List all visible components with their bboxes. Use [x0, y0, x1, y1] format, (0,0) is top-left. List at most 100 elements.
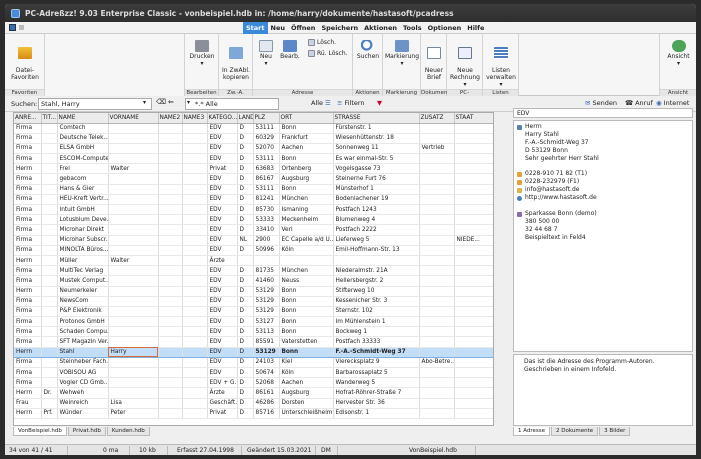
table-cell[interactable]: Walter [108, 163, 159, 175]
table-cell[interactable] [158, 316, 183, 328]
table-cell[interactable] [158, 357, 183, 369]
anruf-button[interactable]: ☎ Anruf [625, 99, 653, 107]
table-cell[interactable] [108, 173, 159, 185]
filter-select[interactable]: *.* Alle [185, 98, 279, 110]
table-cell[interactable]: Unterschleißheim [279, 408, 334, 419]
table-cell[interactable]: Bonn [279, 296, 334, 307]
table-cell[interactable] [182, 153, 208, 165]
table-cell[interactable]: Wehweh [57, 387, 109, 399]
table-cell[interactable] [41, 214, 58, 226]
table-cell[interactable]: EDV [207, 123, 238, 134]
table-cell[interactable]: Niederalmstr. 21A [333, 265, 420, 277]
table-row[interactable]: Firma Vogler CD Gmb... EDV + G...D52068Aac… [14, 377, 493, 389]
table-cell[interactable]: 53129 [253, 306, 280, 318]
col-header[interactable]: ZUSATZ [419, 113, 455, 124]
table-row[interactable]: Firma Microhar Subscr... EDV NL 2900 EC Capel… [14, 235, 493, 246]
table-cell[interactable] [108, 133, 159, 144]
table-cell[interactable]: Aachen [279, 377, 334, 389]
table-cell[interactable]: Vogler CD Gmb... [57, 377, 109, 389]
table-cell[interactable]: Bockweg 1 [333, 326, 420, 338]
table-cell[interactable]: Hofrat-Röhrer-Straße 7 [333, 387, 420, 399]
table-cell[interactable]: Bonn [279, 347, 334, 358]
table-cell[interactable]: 2900 [253, 235, 280, 246]
table-cell[interactable] [158, 133, 183, 144]
table-cell[interactable]: 81735 [253, 265, 280, 277]
table-cell[interactable] [41, 245, 58, 256]
table-cell[interactable] [182, 224, 208, 236]
markierung-button[interactable]: Markierung ▾ [384, 40, 420, 67]
table-cell[interactable] [41, 347, 58, 358]
table-cell[interactable]: MINOLTA Büros... [57, 245, 109, 256]
table-cell[interactable]: D [237, 265, 254, 277]
table-cell[interactable] [108, 326, 159, 338]
table-cell[interactable] [41, 133, 58, 144]
table-cell[interactable]: Firma [14, 153, 42, 165]
table-cell[interactable]: Mustek Comput... [57, 275, 109, 287]
table-cell[interactable] [182, 408, 208, 419]
table-cell[interactable]: Neuss [279, 275, 334, 287]
table-cell[interactable]: Hervester Str. 36 [333, 398, 420, 409]
senden-button[interactable]: ✉ Senden [585, 99, 617, 107]
table-cell[interactable]: D [237, 214, 254, 226]
back-arrow-icon[interactable]: ⇐ [168, 98, 174, 106]
table-row[interactable]: Firma Lotusblum Deve... EDV D 53333 Meckenhei… [14, 214, 493, 226]
col-header[interactable]: STRASSE [333, 113, 420, 124]
table-cell[interactable] [158, 347, 183, 358]
table-cell[interactable]: D [237, 163, 254, 175]
table-cell[interactable] [454, 184, 493, 195]
table-cell[interactable]: Bonn [279, 123, 334, 134]
table-row[interactable]: Firma VOBISOU AG EDV D 50674 Köln Barbarossapl… [14, 367, 493, 379]
table-cell[interactable]: Herrn [14, 163, 42, 175]
table-cell[interactable]: D [237, 184, 254, 195]
tab-vonbeispiel[interactable]: VonBeispiel.hdb [13, 427, 67, 436]
table-cell[interactable] [454, 163, 493, 175]
table-cell[interactable] [41, 306, 58, 318]
table-cell[interactable] [182, 133, 208, 144]
neuer-brief-button[interactable]: Neuer Brief [422, 40, 446, 81]
save-icon[interactable] [9, 24, 16, 31]
table-row[interactable]: Firma NewsCom EDV D 53129 Bonn Kessenicher Str… [14, 296, 493, 307]
table-cell[interactable]: D [237, 377, 254, 389]
table-cell[interactable]: Intuit GmbH [57, 204, 109, 216]
menu-neu[interactable]: Neu [268, 22, 288, 34]
table-cell[interactable]: Lieferweg 5 [333, 235, 420, 246]
table-cell[interactable]: 85730 [253, 204, 280, 216]
menu-aktionen[interactable]: Aktionen [361, 22, 400, 34]
tab-privat[interactable]: Privat.hdb [67, 427, 106, 436]
table-cell[interactable]: Firma [14, 214, 42, 226]
detail-phone1[interactable]: 0228-910 71 82 (T1) [525, 170, 587, 177]
table-cell[interactable]: Firma [14, 316, 42, 328]
table-cell[interactable] [182, 357, 208, 369]
table-cell[interactable] [182, 398, 208, 409]
bearb-button[interactable]: Bearb. [278, 40, 302, 60]
table-cell[interactable]: 53127 [253, 316, 280, 328]
table-cell[interactable]: D [237, 286, 254, 297]
table-cell[interactable]: Lisa [108, 398, 159, 409]
table-cell[interactable]: 60329 [253, 133, 280, 144]
table-cell[interactable]: Prf. [41, 408, 58, 419]
table-cell[interactable]: EDV [207, 296, 238, 307]
table-cell[interactable]: EDV [207, 265, 238, 277]
table-cell[interactable] [253, 255, 280, 267]
table-cell[interactable] [454, 306, 493, 318]
table-cell[interactable] [108, 316, 159, 328]
table-cell[interactable]: Firma [14, 123, 42, 134]
table-row[interactable]: Firma HEU-Kreft Vertr... EDV D 81241 München B… [14, 194, 493, 206]
table-cell[interactable]: Postfach 2222 [333, 224, 420, 236]
table-cell[interactable] [158, 173, 183, 185]
table-row[interactable]: Firma Comtech EDV D 53111 Bonn Fürstenstr. 1 [14, 123, 493, 134]
table-cell[interactable]: NL [237, 235, 254, 246]
table-cell[interactable] [419, 286, 455, 297]
table-cell[interactable]: EDV [207, 306, 238, 318]
internet-button[interactable]: ◉ Internet [656, 99, 689, 107]
table-cell[interactable]: Weinreich [57, 398, 109, 409]
table-cell[interactable]: 85716 [253, 408, 280, 419]
table-row[interactable]: Herrn Dr. Wehweh Ärzte D 86161 Augsburg Hofrat-… [14, 387, 493, 399]
table-cell[interactable] [419, 224, 455, 236]
table-cell[interactable]: Firma [14, 326, 42, 338]
tab-dokumente[interactable]: 2 Dokumente [551, 427, 599, 436]
table-cell[interactable]: Emil-Hoffmann-Str. 13 [333, 245, 420, 256]
table-cell[interactable]: D [237, 224, 254, 236]
suchen-button[interactable]: Suchen [355, 40, 381, 60]
table-cell[interactable] [454, 326, 493, 338]
